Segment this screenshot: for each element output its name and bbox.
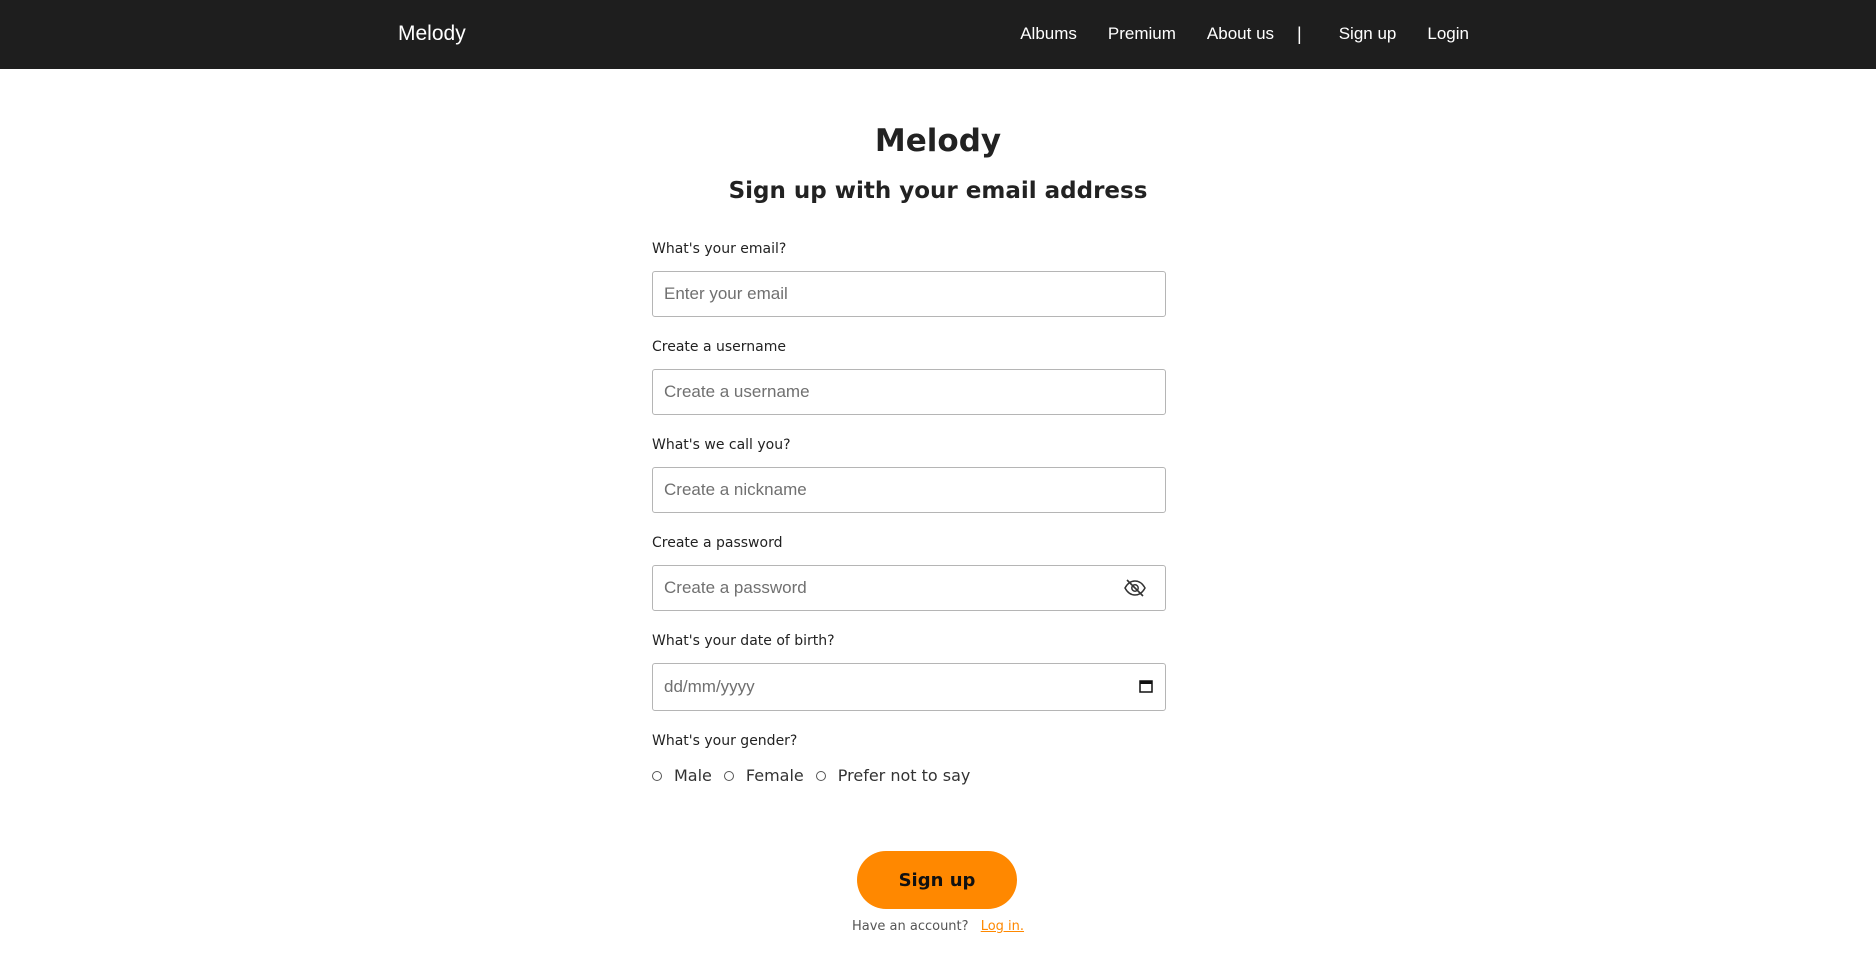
dob-field[interactable]: dd/mm/yyyy	[652, 663, 1166, 711]
gender-radio-prefer-not-to-say[interactable]	[815, 771, 826, 781]
dob-label: What's your date of birth?	[652, 633, 835, 649]
username-label: Create a username	[652, 339, 786, 355]
top-navbar: Melody Albums Premium About us | Sign up…	[0, 0, 1876, 69]
nickname-label: What's we call you?	[652, 437, 791, 453]
nav-link-about-us[interactable]: About us	[1207, 20, 1274, 48]
password-field[interactable]	[652, 565, 1166, 611]
nav-link-login[interactable]: Login	[1427, 20, 1469, 48]
have-account-text: Have an account?	[851, 919, 969, 934]
nav-separator: |	[1297, 24, 1302, 44]
gender-label-male[interactable]: Male	[674, 766, 712, 786]
dob-placeholder: dd/mm/yyyy	[664, 677, 755, 696]
gender-label: What's your gender?	[652, 733, 798, 749]
calendar-icon[interactable]	[1139, 679, 1153, 693]
sign-up-button[interactable]: Sign up	[857, 851, 1017, 909]
gender-radio-female[interactable]	[723, 771, 734, 781]
nav-link-sign-up[interactable]: Sign up	[1339, 20, 1397, 48]
email-label: What's your email?	[652, 241, 787, 257]
brand-logo[interactable]: Melody	[398, 20, 466, 48]
app-title: Melody	[874, 123, 1002, 159]
login-link[interactable]: Log in.	[981, 919, 1024, 934]
gender-radio-male[interactable]	[652, 771, 662, 781]
email-field[interactable]	[652, 271, 1166, 317]
gender-label-female[interactable]: Female	[746, 766, 804, 786]
login-prompt: Have an account? Log in.	[0, 918, 1876, 936]
nav-link-premium[interactable]: Premium	[1108, 20, 1176, 48]
password-label: Create a password	[652, 535, 783, 551]
username-field[interactable]	[652, 369, 1166, 415]
gender-options: Male Female Prefer not to say	[652, 766, 982, 786]
gender-label-prefer-not-to-say[interactable]: Prefer not to say	[838, 766, 971, 786]
nickname-field[interactable]	[652, 467, 1166, 513]
eye-off-icon[interactable]	[1124, 579, 1146, 597]
page-heading: Sign up with your email address	[728, 178, 1148, 204]
nav-link-albums[interactable]: Albums	[1020, 20, 1077, 48]
nav-links: Albums Premium About us | Sign up Login	[1020, 20, 1469, 48]
